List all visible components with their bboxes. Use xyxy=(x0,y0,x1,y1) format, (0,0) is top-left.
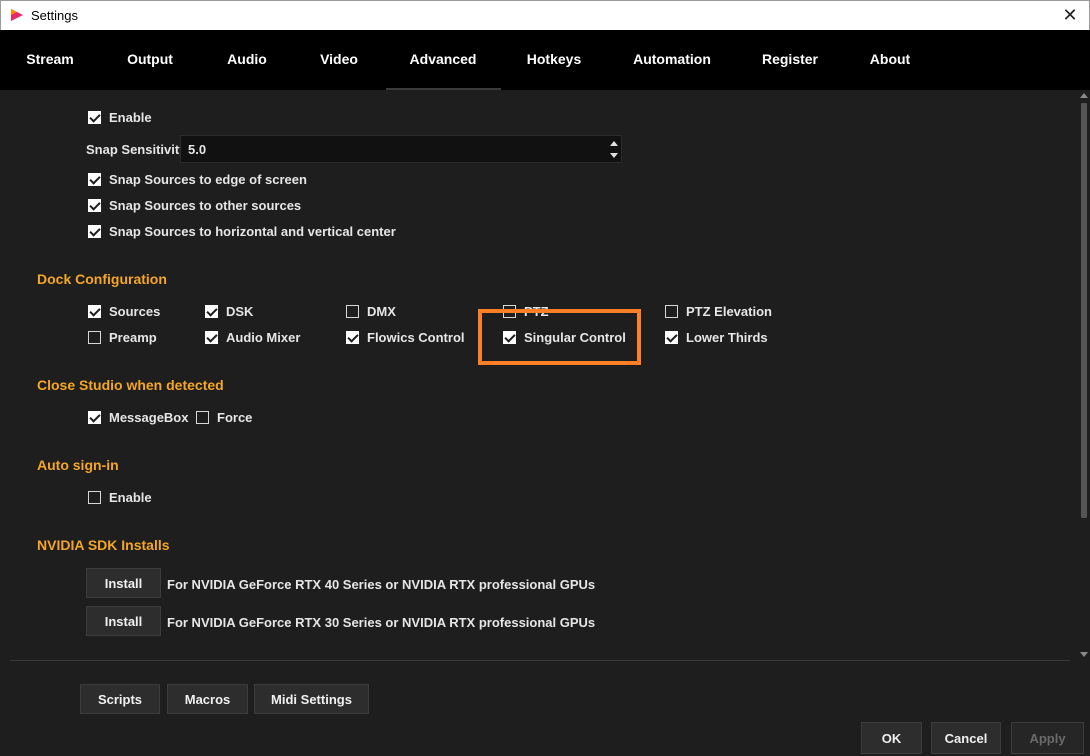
checkbox-icon xyxy=(346,330,359,344)
app-logo-icon xyxy=(11,9,23,21)
dock-flowics-control-checkbox[interactable]: Flowics Control xyxy=(346,328,465,346)
tab-stream[interactable]: Stream xyxy=(10,30,90,90)
dock-sources-checkbox[interactable]: Sources xyxy=(88,302,160,320)
scrollbar-thumb[interactable] xyxy=(1081,103,1087,518)
tab-output[interactable]: Output xyxy=(110,30,190,90)
checkbox-icon xyxy=(88,110,101,124)
checkbox-icon xyxy=(88,198,101,212)
dock-audio-mixer-checkbox[interactable]: Audio Mixer xyxy=(205,328,300,346)
install-rtx30-button[interactable]: Install xyxy=(86,606,161,636)
checkbox-icon xyxy=(88,172,101,186)
scripts-button[interactable]: Scripts xyxy=(80,684,160,714)
snap-center-checkbox[interactable]: Snap Sources to horizontal and vertical … xyxy=(88,222,396,240)
checkbox-icon xyxy=(88,410,101,424)
cancel-button[interactable]: Cancel xyxy=(931,722,1001,754)
snap-edge-checkbox[interactable]: Snap Sources to edge of screen xyxy=(88,170,307,188)
dock-dsk-checkbox[interactable]: DSK xyxy=(205,302,253,320)
scroll-up-icon[interactable] xyxy=(1080,93,1088,98)
spin-down-icon[interactable] xyxy=(610,153,618,158)
section-title-snapping xyxy=(37,90,41,95)
checkbox-icon xyxy=(665,304,678,318)
tab-audio[interactable]: Audio xyxy=(207,30,287,90)
section-title-dock: Dock Configuration xyxy=(37,271,167,287)
apply-button[interactable]: Apply xyxy=(1011,722,1084,754)
macros-button[interactable]: Macros xyxy=(167,684,248,714)
checkbox-icon xyxy=(346,304,359,318)
section-title-auto-signin: Auto sign-in xyxy=(37,457,119,473)
ok-button[interactable]: OK xyxy=(861,722,922,754)
close-studio-messagebox-checkbox[interactable]: MessageBox xyxy=(88,408,188,426)
checkbox-icon xyxy=(196,410,209,424)
install-rtx40-description: For NVIDIA GeForce RTX 40 Series or NVID… xyxy=(167,577,596,592)
checkbox-icon xyxy=(88,304,101,318)
checkbox-icon xyxy=(205,304,218,318)
tab-about[interactable]: About xyxy=(850,30,930,90)
dock-dmx-checkbox[interactable]: DMX xyxy=(346,302,396,320)
tab-bar: Stream Output Audio Video Advanced Hotke… xyxy=(0,30,1090,90)
snap-sensitivity-spinbox[interactable]: 5.0 xyxy=(180,135,622,163)
install-rtx40-button[interactable]: Install xyxy=(86,568,161,598)
checkbox-icon xyxy=(88,224,101,238)
checkbox-icon xyxy=(665,330,678,344)
tab-video[interactable]: Video xyxy=(299,30,379,90)
scroll-down-icon[interactable] xyxy=(1080,652,1088,657)
install-rtx30-description: For NVIDIA GeForce RTX 30 Series or NVID… xyxy=(167,615,596,630)
section-title-nvidia: NVIDIA SDK Installs xyxy=(37,537,170,553)
close-studio-force-checkbox[interactable]: Force xyxy=(196,408,252,426)
auto-signin-enable-checkbox[interactable]: Enable xyxy=(88,488,152,506)
divider xyxy=(10,660,1070,661)
advanced-settings-panel: Enable Snap Sensitivity 5.0 Snap Sources… xyxy=(0,90,1076,665)
section-title-close-studio: Close Studio when detected xyxy=(37,377,224,393)
snap-sensitivity-label: Snap Sensitivity xyxy=(86,142,187,157)
tab-hotkeys[interactable]: Hotkeys xyxy=(509,30,599,90)
checkbox-icon xyxy=(88,330,101,344)
dock-ptz-elevation-checkbox[interactable]: PTZ Elevation xyxy=(665,302,772,320)
snap-other-checkbox[interactable]: Snap Sources to other sources xyxy=(88,196,301,214)
close-icon[interactable]: ✕ xyxy=(1059,5,1081,25)
title-bar: Settings ✕ xyxy=(0,0,1090,30)
highlight-box xyxy=(478,309,641,365)
dock-lower-thirds-checkbox[interactable]: Lower Thirds xyxy=(665,328,768,346)
checkbox-icon xyxy=(88,490,101,504)
tab-register[interactable]: Register xyxy=(745,30,835,90)
checkbox-icon xyxy=(205,330,218,344)
tab-advanced[interactable]: Advanced xyxy=(393,30,493,90)
spin-up-icon[interactable] xyxy=(610,141,618,146)
midi-settings-button[interactable]: Midi Settings xyxy=(254,684,369,714)
tab-automation[interactable]: Automation xyxy=(622,30,722,90)
snapping-enable-checkbox[interactable]: Enable xyxy=(88,108,152,126)
window-title: Settings xyxy=(31,8,78,23)
snap-sensitivity-value: 5.0 xyxy=(188,142,207,157)
dock-preamp-checkbox[interactable]: Preamp xyxy=(88,328,157,346)
